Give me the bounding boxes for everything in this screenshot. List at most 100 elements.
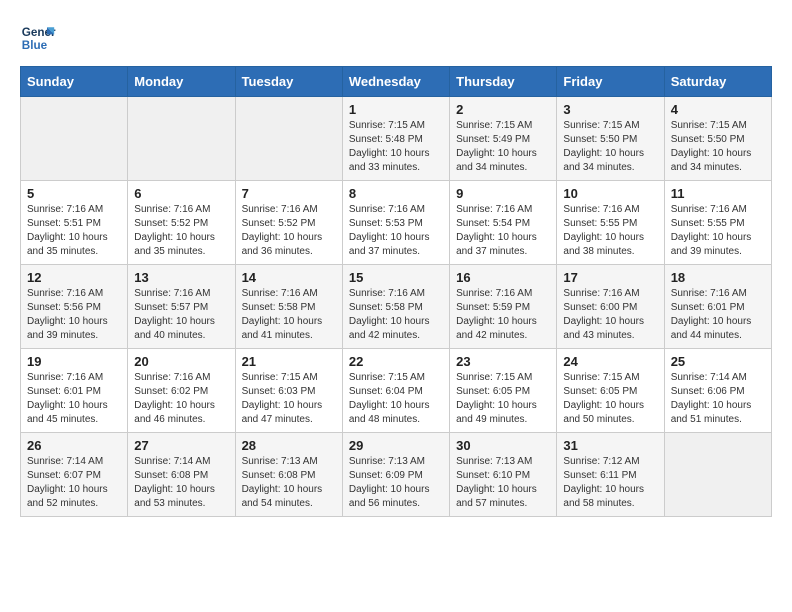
day-number: 7 <box>242 186 336 201</box>
calendar-cell: 17 Sunrise: 7:16 AM Sunset: 6:00 PM Dayli… <box>557 265 664 349</box>
day-number: 30 <box>456 438 550 453</box>
day-number: 26 <box>27 438 121 453</box>
day-content: Sunrise: 7:16 AM Sunset: 5:54 PM Dayligh… <box>456 203 550 259</box>
calendar-cell: 14Sunrise: 7:16 AM Sunset: 5:58 PM Dayli… <box>235 265 342 349</box>
day-content: Sunrise: 7:16 AM Sunset: 5:55 PM Dayligh… <box>671 203 765 259</box>
day-content: Sunrise: 7:16 AM Sunset: 6:01 PM Dayligh… <box>27 371 121 427</box>
day-content: Sunrise: 7:16 AM Sunset: 5:52 PM Dayligh… <box>134 203 228 259</box>
calendar-cell <box>128 97 235 181</box>
day-content: Sunrise: 7:16 AM Sunset: 5:55 PM Dayligh… <box>563 203 657 259</box>
day-content: Sunrise: 7:15 AM Sunset: 5:50 PM Dayligh… <box>671 119 765 175</box>
weekday-header-monday: Monday <box>128 67 235 97</box>
day-content: Sunrise: 7:13 AM Sunset: 6:08 PM Dayligh… <box>242 455 336 511</box>
day-content: Sunrise: 7:16 AM Sunset: 5:56 PM Dayligh… <box>27 287 121 343</box>
calendar-cell: 21 Sunrise: 7:15 AM Sunset: 6:03 PM Dayli… <box>235 349 342 433</box>
day-content: Sunrise: 7:16 AM Sunset: 5:58 PM Dayligh… <box>349 287 443 343</box>
day-number: 14 <box>242 270 336 285</box>
calendar-cell: 15 Sunrise: 7:16 AM Sunset: 5:58 PM Dayli… <box>342 265 449 349</box>
day-number: 29 <box>349 438 443 453</box>
day-content: Sunrise: 7:14 AM Sunset: 6:06 PM Dayligh… <box>671 371 765 427</box>
day-number: 3 <box>563 102 657 117</box>
weekday-header-tuesday: Tuesday <box>235 67 342 97</box>
day-number: 11 <box>671 186 765 201</box>
day-number: 5 <box>27 186 121 201</box>
calendar-cell: 31Sunrise: 7:12 AM Sunset: 6:11 PM Dayli… <box>557 433 664 517</box>
day-number: 24 <box>563 354 657 369</box>
calendar-cell: 8Sunrise: 7:16 AM Sunset: 5:53 PM Daylig… <box>342 181 449 265</box>
calendar-cell: 20Sunrise: 7:16 AM Sunset: 6:02 PM Dayli… <box>128 349 235 433</box>
day-number: 23 <box>456 354 550 369</box>
weekday-header-wednesday: Wednesday <box>342 67 449 97</box>
day-content: Sunrise: 7:16 AM Sunset: 5:51 PM Dayligh… <box>27 203 121 259</box>
calendar-cell <box>235 97 342 181</box>
calendar-cell: 5 Sunrise: 7:16 AM Sunset: 5:51 PM Daylig… <box>21 181 128 265</box>
calendar-week-5: 26Sunrise: 7:14 AM Sunset: 6:07 PM Dayli… <box>21 433 772 517</box>
day-number: 22 <box>349 354 443 369</box>
calendar-cell: 23 Sunrise: 7:15 AM Sunset: 6:05 PM Dayli… <box>450 349 557 433</box>
day-number: 20 <box>134 354 228 369</box>
calendar-cell <box>21 97 128 181</box>
calendar-week-1: 1 Sunrise: 7:15 AM Sunset: 5:48 PM Daylig… <box>21 97 772 181</box>
logo: General Blue <box>20 20 56 56</box>
day-content: Sunrise: 7:13 AM Sunset: 6:10 PM Dayligh… <box>456 455 550 511</box>
calendar-cell: 26Sunrise: 7:14 AM Sunset: 6:07 PM Dayli… <box>21 433 128 517</box>
calendar-cell: 30 Sunrise: 7:13 AM Sunset: 6:10 PM Dayli… <box>450 433 557 517</box>
day-number: 25 <box>671 354 765 369</box>
day-number: 9 <box>456 186 550 201</box>
day-content: Sunrise: 7:16 AM Sunset: 5:52 PM Dayligh… <box>242 203 336 259</box>
weekday-header-friday: Friday <box>557 67 664 97</box>
day-content: Sunrise: 7:16 AM Sunset: 6:01 PM Dayligh… <box>671 287 765 343</box>
day-number: 6 <box>134 186 228 201</box>
calendar-cell: 11 Sunrise: 7:16 AM Sunset: 5:55 PM Dayli… <box>664 181 771 265</box>
calendar-cell: 9 Sunrise: 7:16 AM Sunset: 5:54 PM Daylig… <box>450 181 557 265</box>
day-content: Sunrise: 7:13 AM Sunset: 6:09 PM Dayligh… <box>349 455 443 511</box>
day-content: Sunrise: 7:15 AM Sunset: 5:50 PM Dayligh… <box>563 119 657 175</box>
day-content: Sunrise: 7:15 AM Sunset: 5:49 PM Dayligh… <box>456 119 550 175</box>
day-number: 28 <box>242 438 336 453</box>
day-content: Sunrise: 7:14 AM Sunset: 6:08 PM Dayligh… <box>134 455 228 511</box>
day-content: Sunrise: 7:15 AM Sunset: 5:48 PM Dayligh… <box>349 119 443 175</box>
calendar-table: SundayMondayTuesdayWednesdayThursdayFrid… <box>20 66 772 517</box>
day-number: 19 <box>27 354 121 369</box>
page-header: General Blue <box>20 20 772 56</box>
calendar-cell: 18 Sunrise: 7:16 AM Sunset: 6:01 PM Dayli… <box>664 265 771 349</box>
calendar-cell: 16 Sunrise: 7:16 AM Sunset: 5:59 PM Dayli… <box>450 265 557 349</box>
day-number: 8 <box>349 186 443 201</box>
calendar-week-4: 19 Sunrise: 7:16 AM Sunset: 6:01 PM Dayli… <box>21 349 772 433</box>
calendar-cell <box>664 433 771 517</box>
day-content: Sunrise: 7:15 AM Sunset: 6:04 PM Dayligh… <box>349 371 443 427</box>
calendar-cell: 29 Sunrise: 7:13 AM Sunset: 6:09 PM Dayli… <box>342 433 449 517</box>
day-content: Sunrise: 7:15 AM Sunset: 6:05 PM Dayligh… <box>456 371 550 427</box>
day-number: 31 <box>563 438 657 453</box>
day-content: Sunrise: 7:16 AM Sunset: 5:57 PM Dayligh… <box>134 287 228 343</box>
day-content: Sunrise: 7:15 AM Sunset: 6:03 PM Dayligh… <box>242 371 336 427</box>
day-number: 21 <box>242 354 336 369</box>
weekday-header-sunday: Sunday <box>21 67 128 97</box>
day-number: 15 <box>349 270 443 285</box>
calendar-cell: 22 Sunrise: 7:15 AM Sunset: 6:04 PM Dayli… <box>342 349 449 433</box>
calendar-cell: 2 Sunrise: 7:15 AM Sunset: 5:49 PM Daylig… <box>450 97 557 181</box>
calendar-cell: 27 Sunrise: 7:14 AM Sunset: 6:08 PM Dayli… <box>128 433 235 517</box>
day-number: 18 <box>671 270 765 285</box>
day-content: Sunrise: 7:16 AM Sunset: 6:00 PM Dayligh… <box>563 287 657 343</box>
calendar-cell: 13 Sunrise: 7:16 AM Sunset: 5:57 PM Dayli… <box>128 265 235 349</box>
day-number: 16 <box>456 270 550 285</box>
weekday-header-row: SundayMondayTuesdayWednesdayThursdayFrid… <box>21 67 772 97</box>
day-number: 1 <box>349 102 443 117</box>
day-number: 27 <box>134 438 228 453</box>
day-number: 13 <box>134 270 228 285</box>
calendar-cell: 28 Sunrise: 7:13 AM Sunset: 6:08 PM Dayli… <box>235 433 342 517</box>
day-content: Sunrise: 7:15 AM Sunset: 6:05 PM Dayligh… <box>563 371 657 427</box>
calendar-cell: 10 Sunrise: 7:16 AM Sunset: 5:55 PM Dayli… <box>557 181 664 265</box>
calendar-cell: 1 Sunrise: 7:15 AM Sunset: 5:48 PM Daylig… <box>342 97 449 181</box>
calendar-cell: 24 Sunrise: 7:15 AM Sunset: 6:05 PM Dayli… <box>557 349 664 433</box>
day-number: 17 <box>563 270 657 285</box>
day-number: 10 <box>563 186 657 201</box>
calendar-cell: 6 Sunrise: 7:16 AM Sunset: 5:52 PM Daylig… <box>128 181 235 265</box>
calendar-cell: 4 Sunrise: 7:15 AM Sunset: 5:50 PM Daylig… <box>664 97 771 181</box>
day-number: 2 <box>456 102 550 117</box>
day-content: Sunrise: 7:16 AM Sunset: 5:59 PM Dayligh… <box>456 287 550 343</box>
weekday-header-saturday: Saturday <box>664 67 771 97</box>
calendar-cell: 19 Sunrise: 7:16 AM Sunset: 6:01 PM Dayli… <box>21 349 128 433</box>
day-number: 4 <box>671 102 765 117</box>
